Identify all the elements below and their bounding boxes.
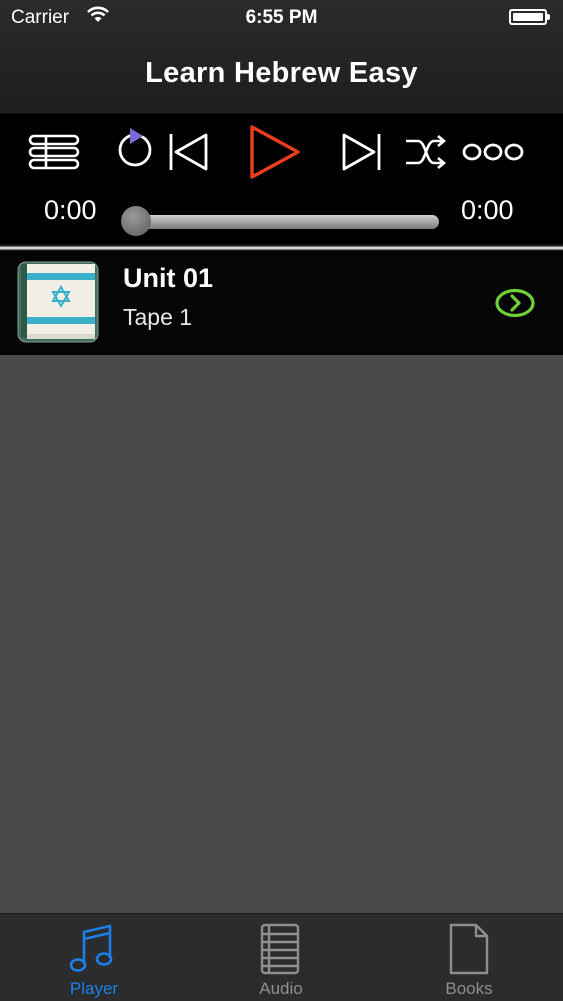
- tab-bar: Player Audio Books: [0, 913, 563, 1001]
- next-icon[interactable]: [340, 132, 382, 177]
- tab-books[interactable]: Books: [375, 914, 563, 1001]
- tab-player[interactable]: Player: [0, 914, 188, 1001]
- top-bar: Carrier 6:55 PM Learn Hebrew Easy: [0, 0, 563, 114]
- tab-audio[interactable]: Audio: [187, 914, 375, 1001]
- divider: [0, 244, 563, 251]
- list-icon: [259, 922, 301, 981]
- chevron-right-icon[interactable]: [494, 288, 536, 323]
- shuffle-icon[interactable]: [404, 134, 448, 175]
- status-bar: Carrier 6:55 PM: [0, 0, 563, 38]
- israel-flag-book-icon: [17, 261, 99, 343]
- page-title: Learn Hebrew Easy: [145, 57, 418, 89]
- tab-label: Books: [445, 979, 493, 998]
- battery-icon: [509, 9, 550, 25]
- music-note-icon: [68, 922, 114, 981]
- list-item[interactable]: Unit 01 Tape 1: [0, 251, 563, 355]
- previous-icon[interactable]: [168, 132, 210, 177]
- document-icon: [448, 922, 490, 981]
- repeat-icon[interactable]: [116, 126, 154, 173]
- more-icon[interactable]: [462, 142, 524, 167]
- progress-thumb[interactable]: [121, 206, 151, 236]
- list-item-title: Unit 01: [123, 263, 214, 293]
- playlist-icon[interactable]: [28, 134, 80, 175]
- player-controls: 0:00 0:00: [0, 114, 563, 244]
- progress-slider[interactable]: [127, 215, 439, 229]
- tab-label: Audio: [259, 979, 303, 998]
- remaining-time: 0:00: [461, 195, 514, 225]
- status-time: 6:55 PM: [245, 7, 318, 28]
- play-icon[interactable]: [248, 124, 302, 185]
- elapsed-time: 0:00: [44, 195, 97, 225]
- list-item-subtitle: Tape 1: [123, 304, 193, 330]
- tab-label: Player: [69, 979, 119, 998]
